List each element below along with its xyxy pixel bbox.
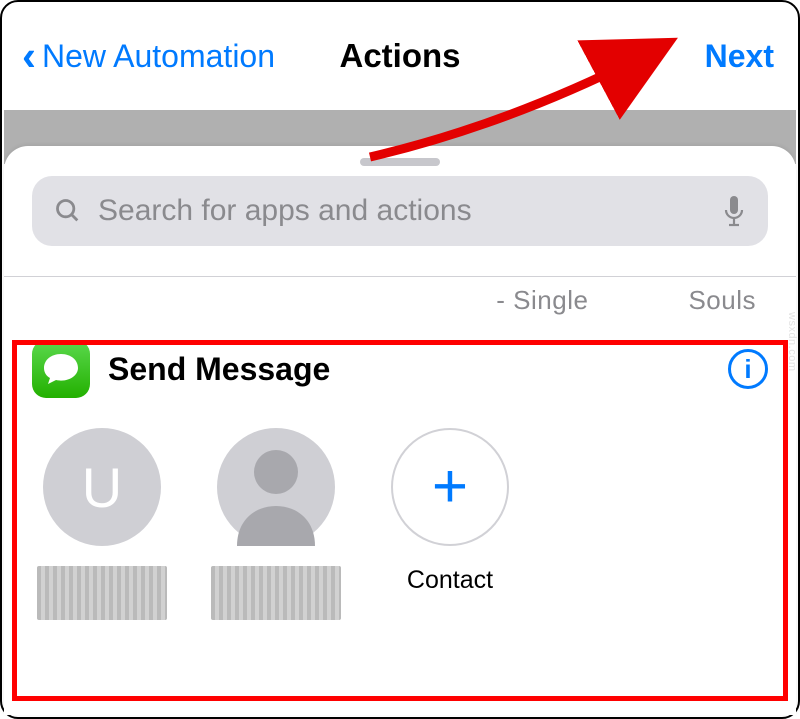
scroll-peek: - Single Souls: [4, 277, 796, 316]
next-button[interactable]: Next: [705, 38, 774, 75]
back-button[interactable]: ‹ New Automation: [22, 35, 275, 77]
search-placeholder: Search for apps and actions: [98, 194, 706, 228]
search-field[interactable]: Search for apps and actions: [32, 176, 768, 246]
back-label: New Automation: [42, 38, 275, 75]
annotation-highlight-box: [12, 340, 788, 701]
mic-icon[interactable]: [722, 194, 746, 228]
search-icon: [54, 197, 82, 225]
peek-text-left: - Single: [496, 285, 588, 316]
sheet-handle[interactable]: [360, 158, 440, 166]
peek-text-right: Souls: [688, 285, 756, 316]
watermark: wsxdn.com: [786, 312, 798, 372]
chevron-left-icon: ‹: [22, 35, 36, 77]
